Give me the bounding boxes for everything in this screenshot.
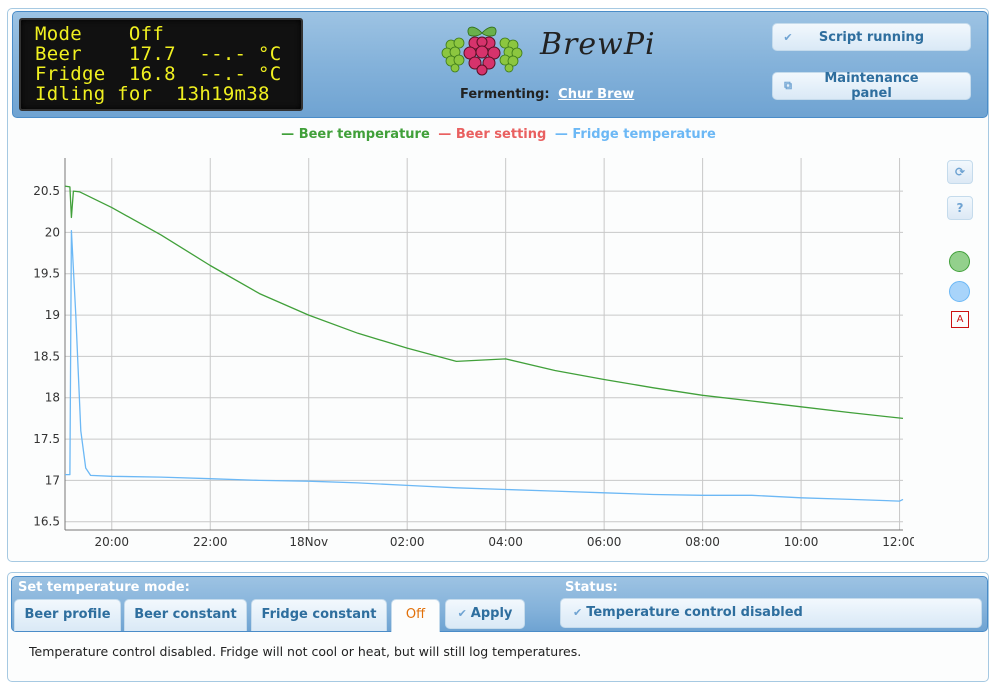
apply-label: Apply (470, 606, 513, 621)
status-panel-title: Status: (565, 580, 618, 595)
raspberry-hops-icon (441, 26, 523, 76)
annotations-toggle[interactable]: A (951, 311, 969, 328)
check-icon: ✔ (783, 30, 793, 44)
x-tick-label: 22:00 (193, 535, 228, 549)
legend-beer-temperature[interactable]: — Beer temperature (281, 127, 430, 142)
check-icon: ✔ (573, 606, 583, 619)
refresh-icon: ⟳ (954, 165, 966, 179)
maintenance-panel-label: Maintenance panel (824, 71, 919, 101)
tab-beer-constant[interactable]: Beer constant (124, 599, 247, 631)
beer-temperature-line (64, 185, 904, 420)
y-tick-label: 18.5 (33, 349, 60, 363)
temperature-chart[interactable]: 16.5 17 17.5 18 18.5 19 19.5 20 20.5 20:00 22:00 18… (14, 150, 914, 560)
annotation-icon: A (956, 314, 964, 325)
y-tick-label: 20 (45, 225, 60, 239)
y-tick-label: 18 (45, 391, 60, 405)
fridge-temperature-line (65, 230, 904, 502)
script-running-button[interactable]: ✔ Script running (772, 23, 971, 51)
x-tick-label: 02:00 (390, 535, 425, 549)
mode-description: Temperature control disabled. Fridge wil… (29, 644, 582, 659)
x-tick-label: 20:00 (94, 535, 129, 549)
fermenting-info: Fermenting: Chur Brew (460, 87, 634, 102)
x-tick-label: 18Nov (289, 535, 328, 549)
help-button[interactable]: ? (947, 196, 973, 220)
tab-off[interactable]: Off (391, 599, 440, 632)
script-running-label: Script running (818, 29, 925, 45)
lcd-line-mode: Mode Off (35, 23, 165, 45)
mode-panel-title: Set temperature mode: (18, 580, 190, 595)
toggle-beer-temperature[interactable] (949, 251, 970, 272)
tab-fridge-constant[interactable]: Fridge constant (251, 599, 387, 631)
refresh-chart-button[interactable]: ⟳ (947, 160, 973, 184)
fermenting-label: Fermenting: (460, 87, 550, 102)
x-tick-label: 12:00 (882, 535, 914, 549)
legend-beer-setting[interactable]: — Beer setting (438, 127, 546, 142)
lcd-line-beer: Beer 17.7 --.- °C (35, 43, 282, 65)
lcd-line-fridge: Fridge 16.8 --.- °C (35, 63, 282, 85)
x-tick-label: 04:00 (488, 535, 523, 549)
lcd-line-state: Idling for 13h19m38 (35, 83, 270, 105)
toggle-fridge-temperature[interactable] (949, 281, 970, 302)
x-tick-label: 06:00 (587, 535, 622, 549)
beer-name-link[interactable]: Chur Brew (558, 87, 634, 102)
chart-legend: — Beer temperature — Beer setting — Frid… (0, 127, 1000, 142)
y-tick-label: 16.5 (33, 515, 60, 529)
apply-button[interactable]: ✔ Apply (445, 599, 525, 629)
status-message: Temperature control disabled (586, 605, 803, 620)
y-tick-label: 19 (45, 308, 60, 322)
maintenance-panel-button[interactable]: ⧉ Maintenance panel (772, 71, 971, 101)
legend-fridge-temperature[interactable]: — Fridge temperature (555, 127, 716, 142)
brewpi-wordmark: BrewPi (540, 27, 656, 62)
help-icon: ? (956, 201, 964, 215)
tab-beer-profile[interactable]: Beer profile (14, 599, 121, 631)
x-tick-label: 10:00 (784, 535, 819, 549)
brewpi-logo: BrewPi (437, 21, 655, 77)
lcd-display: Mode Off Beer 17.7 --.- °C Fridge 16.8 -… (19, 18, 303, 111)
y-tick-label: 17.5 (33, 432, 60, 446)
y-tick-label: 17 (45, 473, 60, 487)
check-icon: ✔ (457, 607, 467, 620)
x-tick-label: 08:00 (685, 535, 720, 549)
y-tick-label: 20.5 (33, 184, 60, 198)
y-tick-label: 19.5 (33, 267, 60, 281)
new-window-icon: ⧉ (784, 79, 792, 92)
status-message-box: ✔ Temperature control disabled (560, 598, 982, 628)
